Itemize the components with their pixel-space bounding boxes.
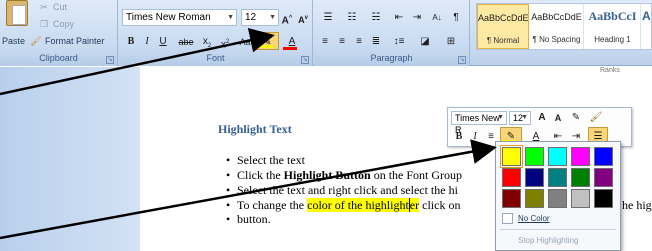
arrow-to-palette (0, 139, 497, 240)
arrow-to-highlight-button (0, 27, 275, 96)
annotation-arrows (0, 27, 497, 240)
